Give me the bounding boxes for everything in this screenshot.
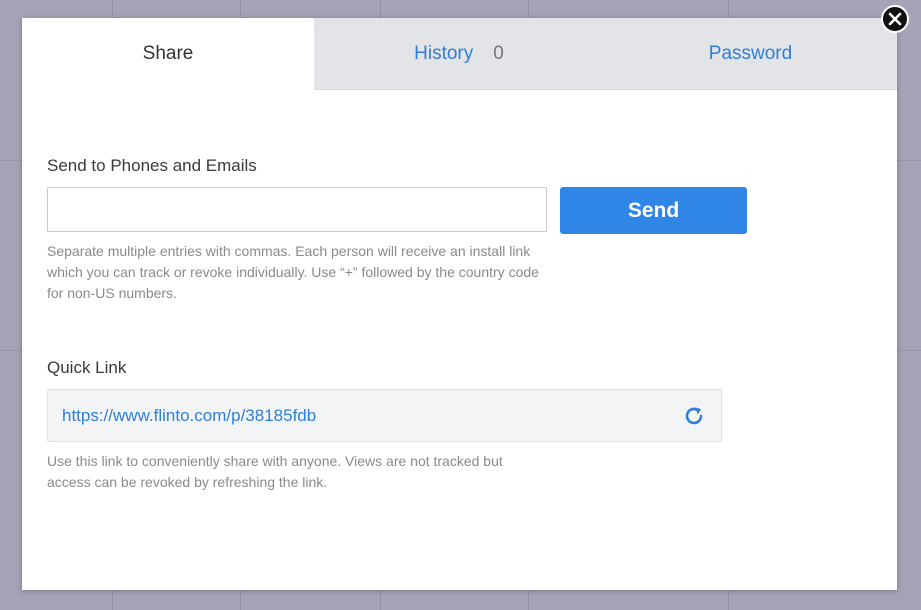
tab-history-label: History — [414, 42, 474, 64]
tab-password[interactable]: Password — [604, 18, 897, 90]
refresh-link-button[interactable] — [681, 403, 707, 429]
send-button[interactable]: Send — [560, 187, 747, 234]
tab-bar: Share History 0 Password — [22, 18, 897, 90]
send-section-label: Send to Phones and Emails — [47, 156, 257, 175]
close-button[interactable] — [881, 5, 909, 33]
history-count-badge: 0 — [493, 42, 504, 64]
quick-link-label: Quick Link — [47, 358, 127, 377]
quick-link-hint-text: Use this link to conveniently share with… — [47, 453, 503, 490]
close-icon — [888, 12, 902, 26]
share-modal: Share History 0 Password Send to Phones … — [22, 18, 897, 590]
quick-link-url[interactable]: https://www.flinto.com/p/38185fdb — [62, 406, 681, 426]
tab-history[interactable]: History 0 — [314, 18, 604, 90]
tab-share[interactable]: Share — [22, 18, 314, 90]
refresh-icon — [685, 406, 703, 424]
send-hint-text: Separate multiple entries with commas. E… — [47, 243, 539, 301]
tab-password-label: Password — [708, 42, 793, 64]
quick-link-field[interactable]: https://www.flinto.com/p/38185fdb — [47, 389, 722, 442]
tab-share-label: Share — [142, 43, 194, 64]
recipients-input[interactable] — [47, 187, 547, 232]
